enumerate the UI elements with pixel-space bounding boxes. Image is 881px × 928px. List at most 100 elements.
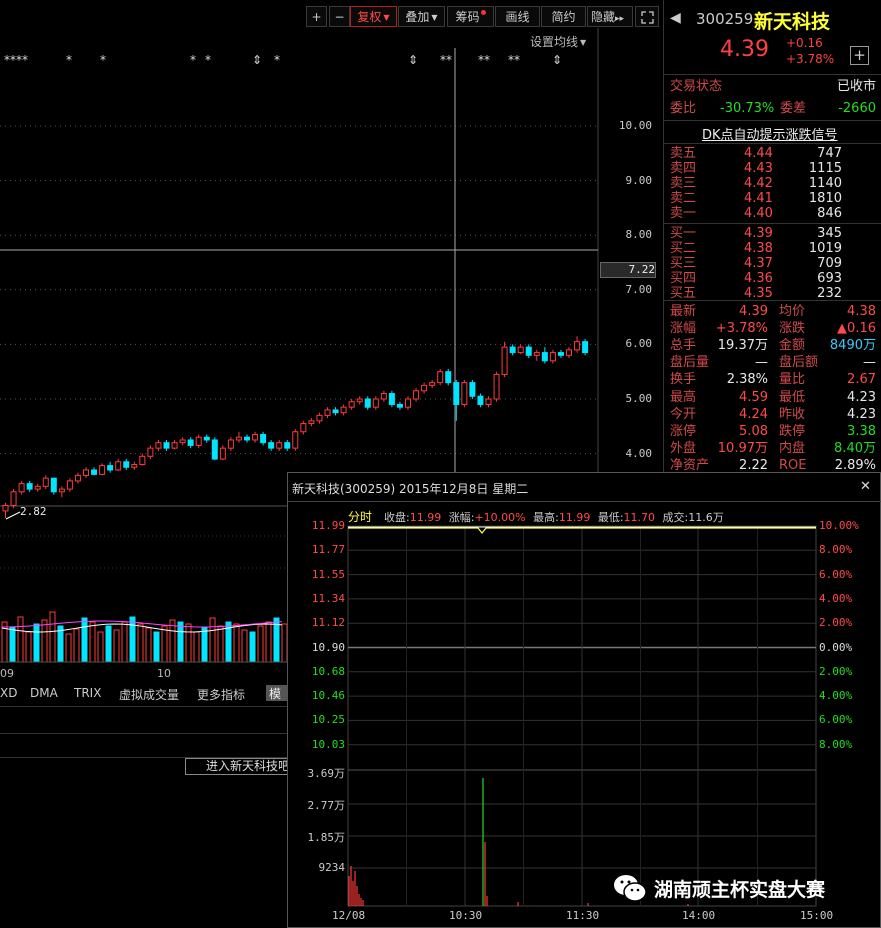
volume-bar <box>209 617 216 663</box>
intraday-price-tick: 10.90 <box>311 640 345 654</box>
volume-bar <box>33 623 40 663</box>
book-price: 4.40 <box>744 206 773 222</box>
candle-body <box>2 504 9 512</box>
divider <box>664 300 881 301</box>
intraday-chart <box>347 525 817 907</box>
stock-name: 新天科技 <box>754 11 831 33</box>
intraday-pct-tick: 8.00% <box>819 737 853 751</box>
indicator-tab-xd[interactable]: XD <box>0 686 17 700</box>
indicator-tab-more[interactable]: 更多指标 <box>197 686 245 703</box>
candle-body <box>235 436 242 441</box>
candle-body <box>316 414 323 422</box>
stat-label: 金额 <box>779 338 806 354</box>
volume-bar <box>121 621 128 663</box>
indicator-tab-virtual-volume[interactable]: 虚拟成交量 <box>119 686 179 703</box>
fullscreen-icon <box>640 11 654 24</box>
stat-label: 最高 <box>670 389 697 405</box>
candle-body <box>252 433 259 441</box>
candle-body <box>115 461 122 471</box>
book-price: 4.41 <box>744 191 773 207</box>
candle-body <box>372 398 379 408</box>
fullscreen-button[interactable] <box>635 6 659 27</box>
stat-label: 涨跌 <box>779 321 806 337</box>
stat-value: 4.59 <box>739 389 768 405</box>
candle-body <box>453 382 460 405</box>
crosshair-price-label: 7.22 <box>600 262 656 278</box>
time-tick: 12/08 <box>332 909 366 922</box>
candle-body <box>469 382 476 397</box>
book-price: 4.36 <box>744 270 773 286</box>
ask-row[interactable]: 卖五 4.44 747 <box>670 146 870 161</box>
intraday-price-tick: 10.46 <box>311 689 345 703</box>
book-label: 买一 <box>670 225 697 241</box>
divider <box>664 74 881 75</box>
candle-body <box>445 371 452 384</box>
intraday-pct-tick: 4.00% <box>819 591 853 605</box>
indicator-tab-trix[interactable]: TRIX <box>74 686 101 700</box>
candle-body <box>58 488 65 493</box>
bid-row[interactable]: 买三 4.37 709 <box>670 256 870 271</box>
stat-label: 均价 <box>779 304 806 319</box>
indicator-tab-dma[interactable]: DMA <box>30 686 58 700</box>
stats-row: 盘后量 — 盘后额 — <box>670 355 876 372</box>
candle-body <box>268 442 275 449</box>
divider <box>664 143 881 144</box>
divider <box>0 733 288 734</box>
fuquan-label: 复权 <box>357 10 382 24</box>
candle-body <box>276 442 283 449</box>
ask-row[interactable]: 卖四 4.43 1115 <box>670 161 870 176</box>
signal-marker: ** <box>478 53 490 67</box>
stat-label: 盘后量 <box>670 355 710 371</box>
bid-row[interactable]: 买一 4.39 345 <box>670 226 870 241</box>
price-tick-label: 10.00 <box>618 119 652 132</box>
book-volume: 232 <box>817 285 842 301</box>
signal-marker: * <box>205 53 211 67</box>
volume-bar <box>257 625 264 663</box>
jianyue-button[interactable]: 简约 <box>541 6 586 27</box>
huaxian-button[interactable]: 画线 <box>495 6 540 27</box>
zoom-in-button[interactable]: + <box>306 6 327 27</box>
signal-marker: ⇕ <box>552 53 562 67</box>
signal-marker: * <box>274 53 280 67</box>
diejia-button[interactable]: 叠加 ▼ <box>398 6 445 27</box>
stat-label: 昨收 <box>779 406 806 422</box>
price-tick-label: 9.00 <box>625 173 653 187</box>
bid-row[interactable]: 买五 4.35 232 <box>670 286 870 301</box>
prev-stock-arrow-icon[interactable]: ◀ <box>670 10 681 26</box>
ma-setting-button[interactable]: 设置均线 ▼ <box>530 33 586 50</box>
stat-value: 8490万 <box>829 338 876 354</box>
candle-body <box>413 390 420 400</box>
yincang-button[interactable]: 隐藏▸▸ <box>587 6 633 27</box>
candle-body <box>99 465 106 475</box>
low-price-label: 2.82 <box>20 505 47 518</box>
trade-status-value: 已收市 <box>836 79 876 94</box>
stat-value: 4.23 <box>847 389 876 405</box>
volume-bar <box>185 623 192 663</box>
candle-body <box>340 406 347 414</box>
candle-body <box>18 483 25 493</box>
ask-row[interactable]: 卖三 4.42 1140 <box>670 176 870 191</box>
book-label: 买四 <box>670 270 697 286</box>
book-volume: 709 <box>817 255 842 271</box>
trade-status-label: 交易状态 <box>670 79 723 94</box>
book-price: 4.44 <box>744 146 773 161</box>
chouma-button[interactable]: 筹码 <box>447 6 494 27</box>
bid-row[interactable]: 买二 4.38 1019 <box>670 241 870 256</box>
stat-value: 2.22 <box>739 457 768 473</box>
watermark-text: 湖南顽主杯实盘大赛 <box>654 878 826 901</box>
stat-value: 5.08 <box>739 423 768 439</box>
add-watchlist-button[interactable]: + <box>850 46 869 65</box>
candle-body <box>50 477 57 493</box>
ask-row[interactable]: 卖二 4.41 1810 <box>670 191 870 206</box>
intraday-popup[interactable]: 新天科技(300259) 2015年12月8日 星期二 ✕ 分时 收盘:11.9… <box>287 472 881 928</box>
stat-label: 总手 <box>670 338 697 354</box>
fuquan-button[interactable]: 复权 ▼ <box>350 6 397 27</box>
book-label: 买二 <box>670 240 697 256</box>
stat-label: 跌停 <box>779 423 806 439</box>
ask-row[interactable]: 卖一 4.40 846 <box>670 206 870 221</box>
candle-body <box>34 485 41 490</box>
dk-signal-link[interactable]: DK点自动提示涨跌信号 <box>702 124 838 143</box>
bid-row[interactable]: 买四 4.36 693 <box>670 271 870 286</box>
stat-value: 4.38 <box>847 304 876 319</box>
zoom-out-button[interactable]: − <box>329 6 350 27</box>
